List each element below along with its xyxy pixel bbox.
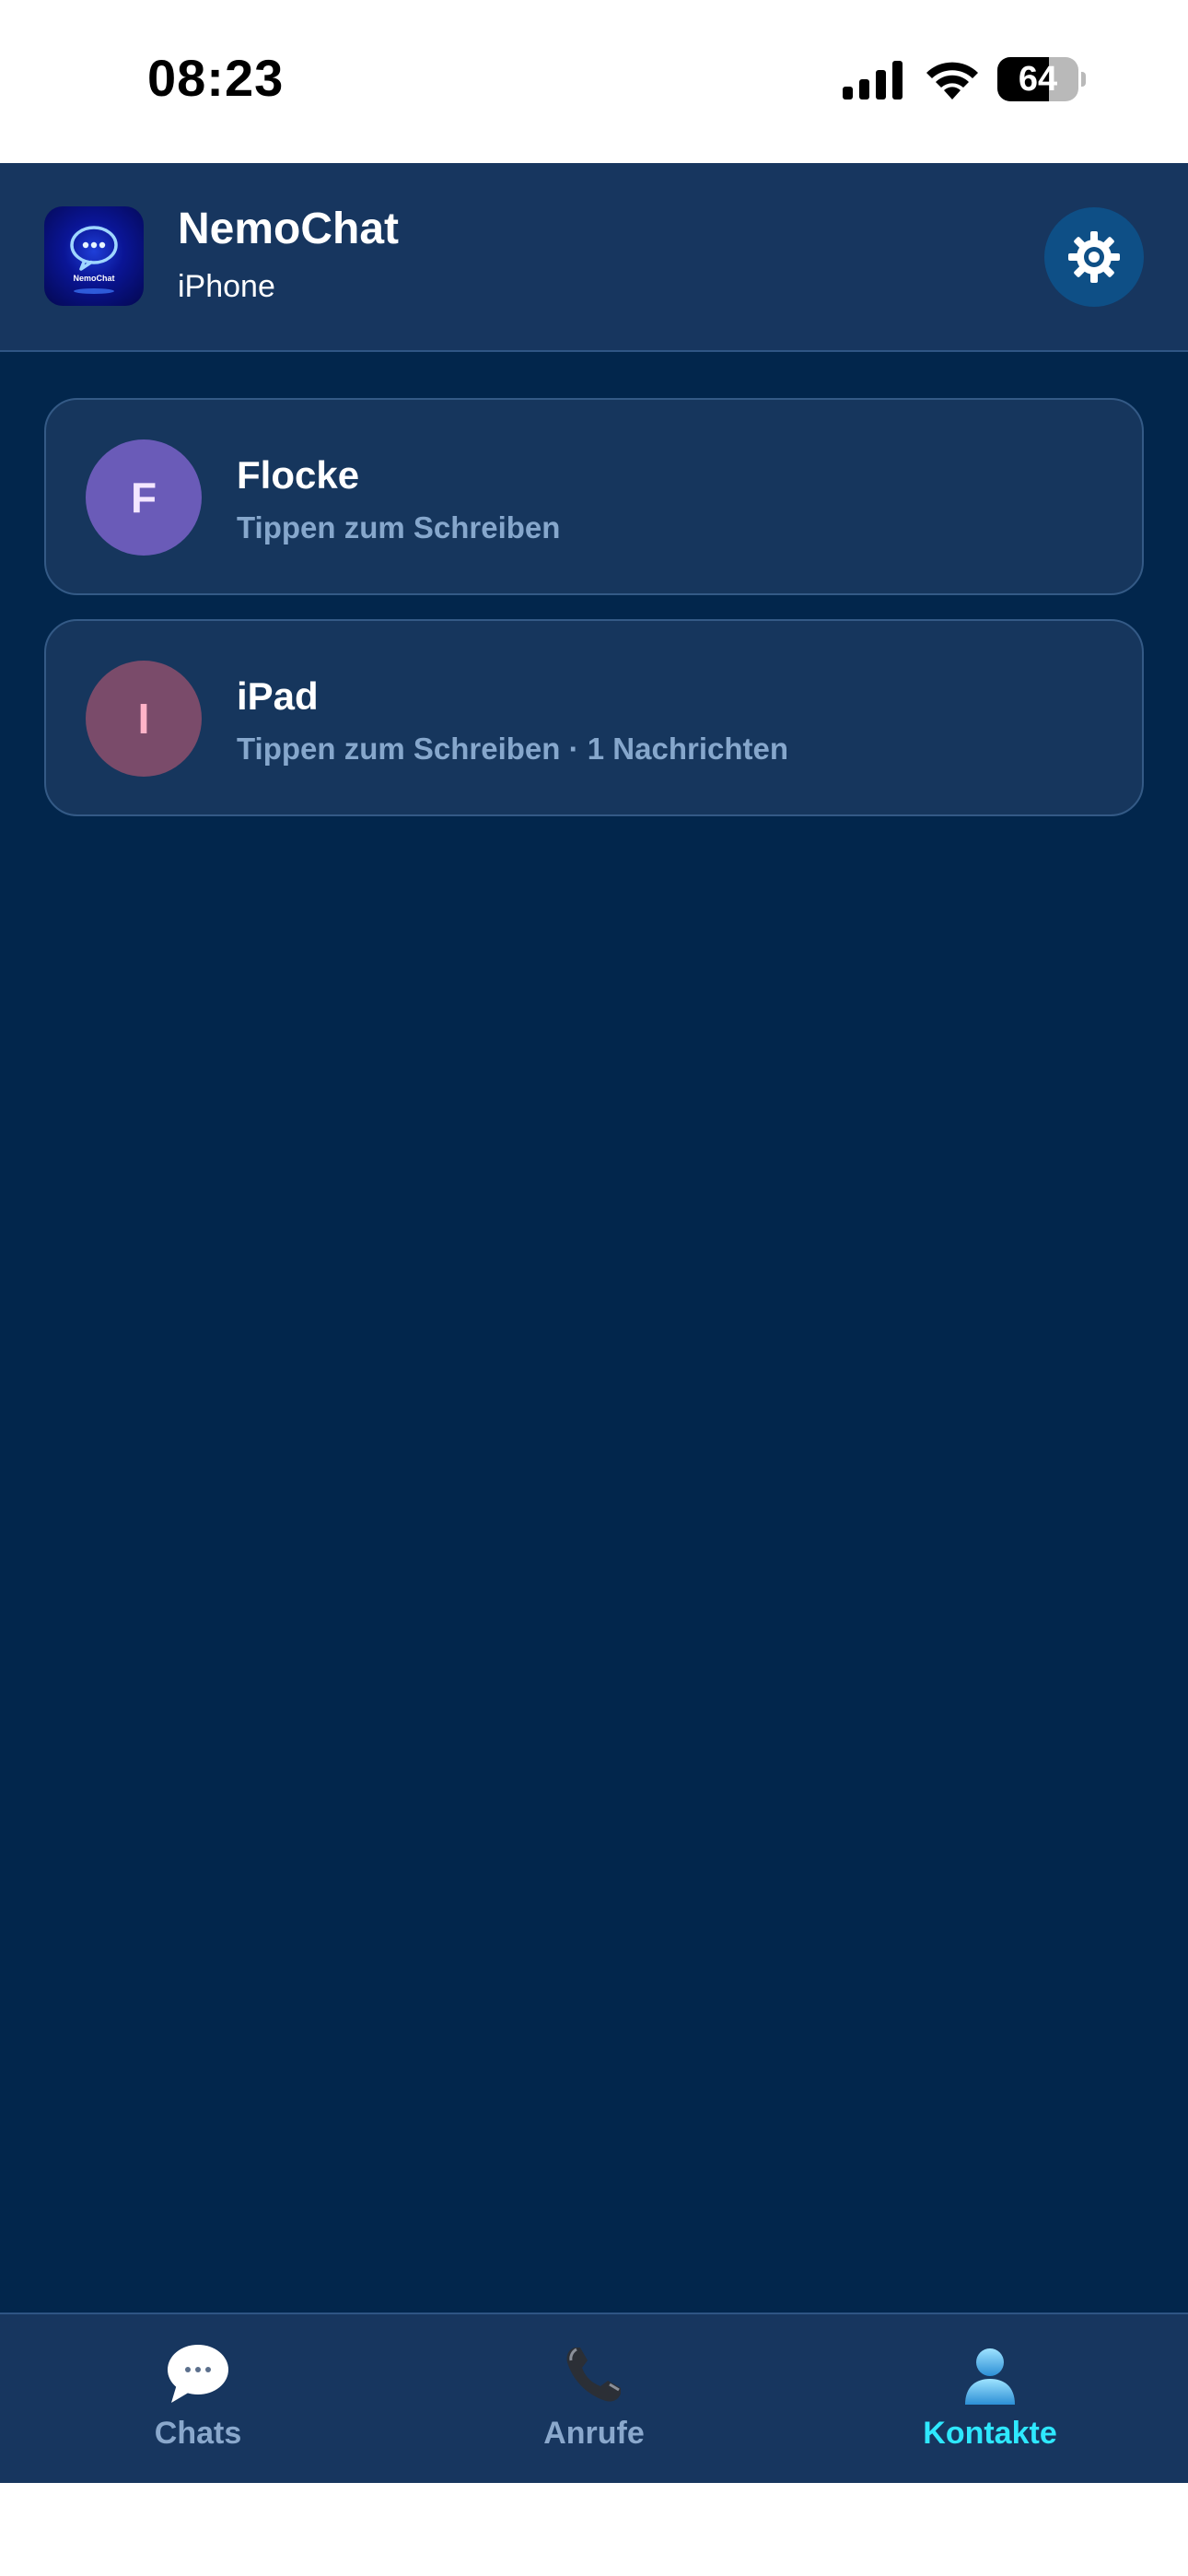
tab-label: Anrufe (543, 2416, 645, 2451)
battery-icon: 64 (997, 57, 1086, 101)
contact-name: Flocke (237, 453, 360, 497)
device-name: iPhone (178, 269, 275, 304)
speech-bubble-icon (168, 2345, 228, 2403)
wifi-icon (926, 62, 978, 100)
contact-card-ipad[interactable]: I iPad Tippen zum Schreiben · 1 Nachrich… (44, 619, 1144, 816)
status-time: 08:23 (147, 49, 285, 107)
phone-icon (566, 2348, 621, 2402)
contact-subtitle: Tippen zum Schreiben · 1 Nachrichten (237, 732, 789, 766)
person-icon (965, 2348, 1015, 2405)
contact-subtitle: Tippen zum Schreiben (237, 510, 561, 544)
home-indicator-area (0, 2483, 1188, 2576)
status-bar: 08:23 64 (0, 0, 1188, 163)
tab-label: Kontakte (923, 2416, 1057, 2451)
avatar: I (86, 661, 202, 777)
cellular-signal-icon (843, 61, 903, 100)
tab-calls[interactable]: Anrufe (456, 2314, 732, 2483)
tab-contacts[interactable]: Kontakte (852, 2314, 1128, 2483)
contact-name: iPad (237, 674, 319, 718)
logo-text: NemoChat (73, 274, 114, 283)
app-header: NemoChat NemoChat iPhone (0, 163, 1188, 352)
tab-label: Chats (154, 2416, 242, 2451)
tab-bar: Chats Anrufe Kontakte (0, 2313, 1188, 2483)
contacts-list: F Flocke Tippen zum Schreiben I iPad Tip… (0, 352, 1188, 2313)
chat-bubble-logo-icon: NemoChat (44, 206, 144, 306)
avatar: F (86, 439, 202, 556)
settings-button[interactable] (1044, 207, 1144, 307)
battery-level: 64 (1018, 60, 1058, 99)
app-title: NemoChat (178, 205, 400, 253)
contact-card-flocke[interactable]: F Flocke Tippen zum Schreiben (44, 398, 1144, 595)
tab-chats[interactable]: Chats (60, 2314, 336, 2483)
gear-icon (1068, 231, 1120, 283)
